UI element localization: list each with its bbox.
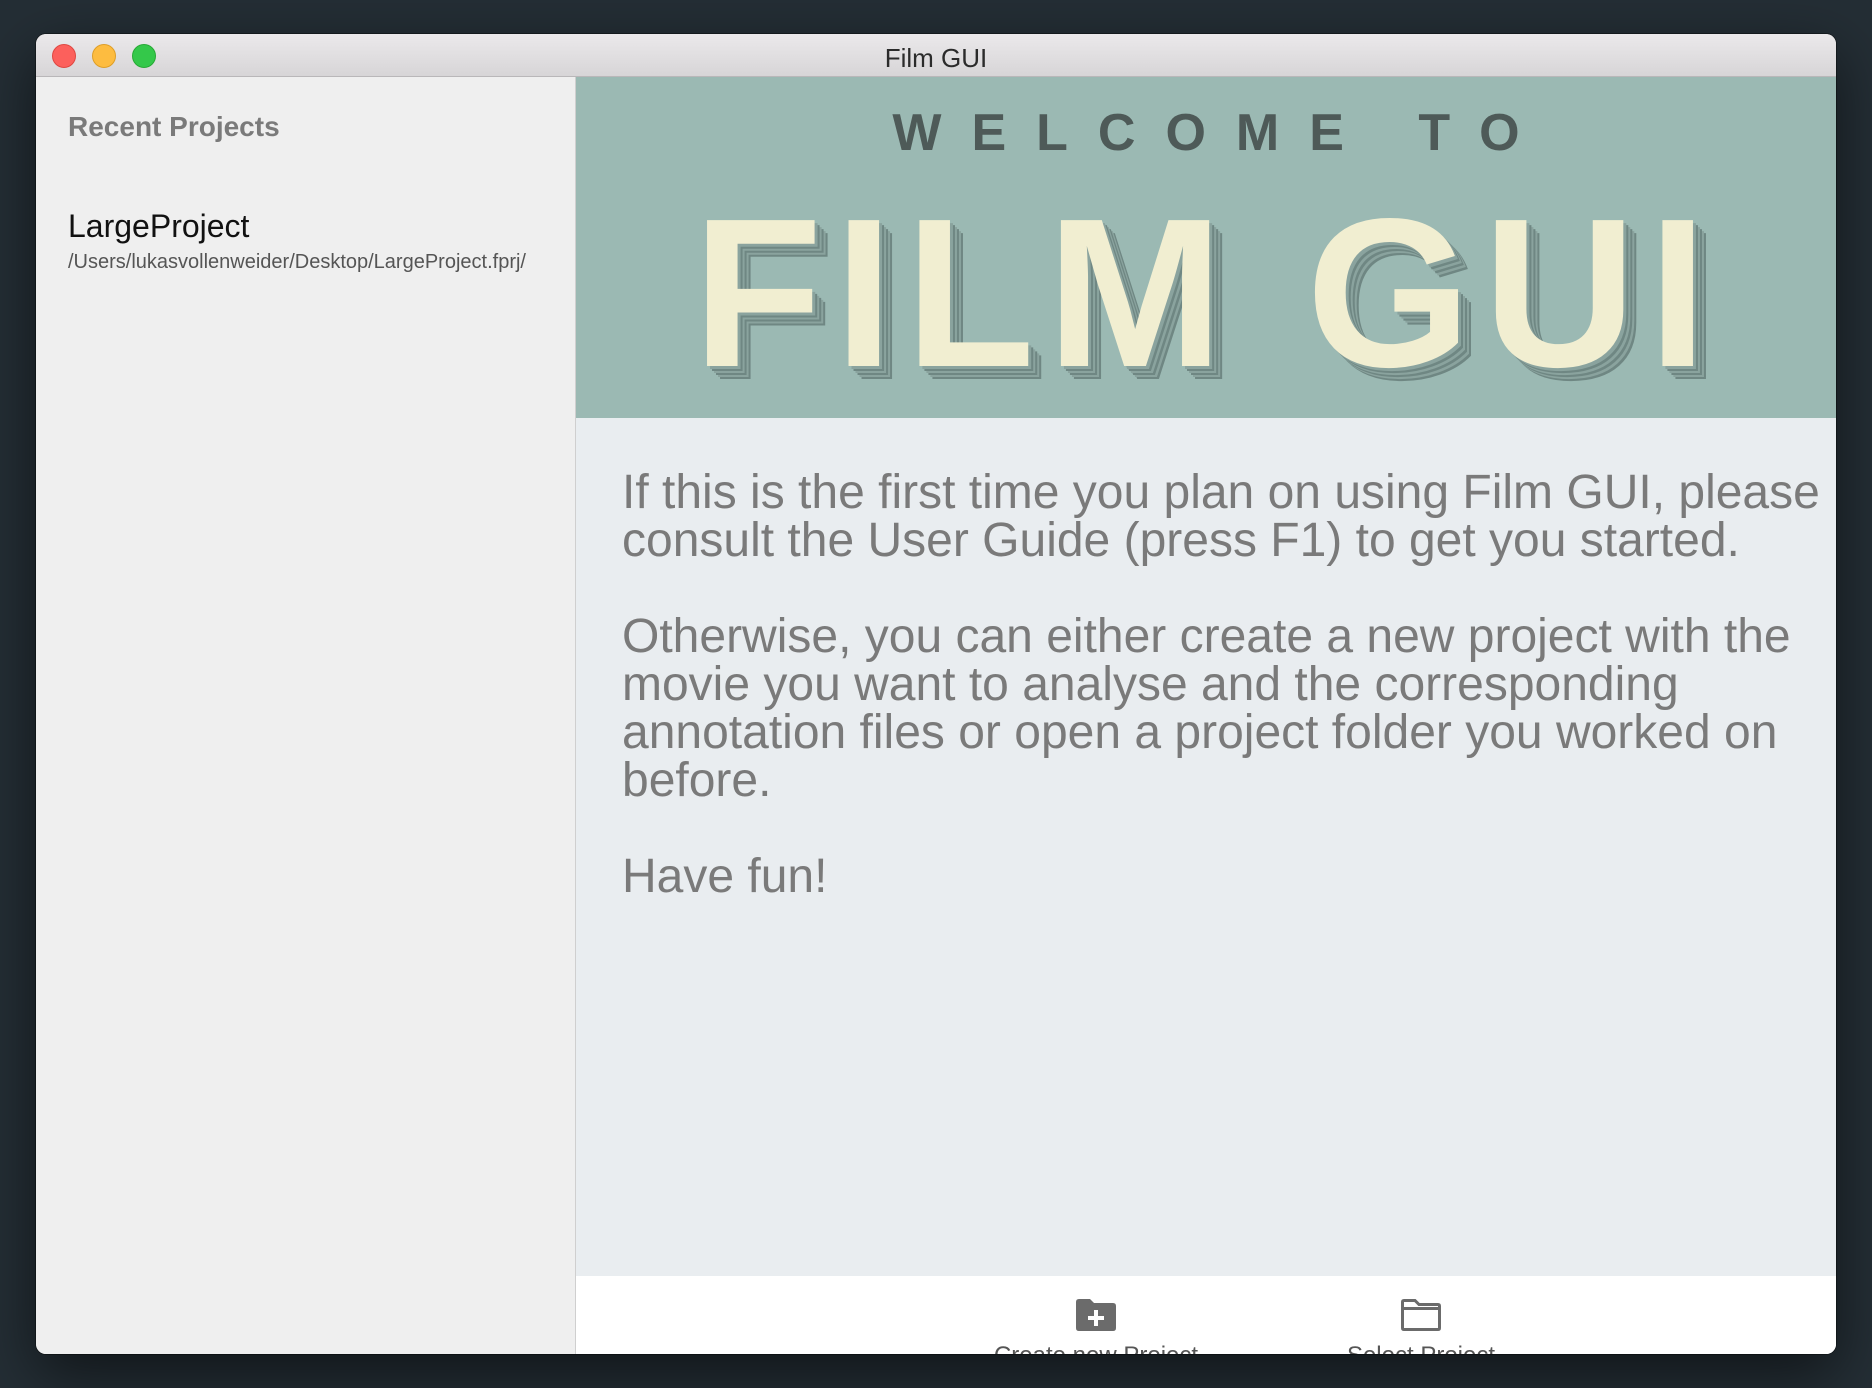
folder-icon — [1401, 1299, 1441, 1331]
select-project-button[interactable]: Select Project — [1311, 1298, 1531, 1354]
intro-paragraph-otherwise: Otherwise, you can either create a new p… — [622, 610, 1791, 807]
window-title: Film GUI — [884, 43, 988, 73]
recent-project-name: LargeProject — [68, 208, 250, 244]
action-bar: Create new Project Select Project — [576, 1276, 1836, 1354]
welcome-panel: WELCOME TO FILM GUI If this is the first… — [576, 77, 1836, 1354]
create-new-project-button[interactable]: Create new Project — [971, 1298, 1221, 1354]
title-bar[interactable]: Film GUI — [36, 34, 1836, 77]
app-title-logo: FILM GUI — [692, 174, 1720, 411]
app-window: Film GUI Recent Projects LargeProject /U… — [36, 34, 1836, 1354]
recent-project-item[interactable]: LargeProject /Users/lukasvollenweider/De… — [68, 207, 568, 274]
folder-plus-icon — [1076, 1299, 1116, 1331]
intro-paragraph-have-fun: Have fun! — [622, 850, 828, 903]
select-project-label: Select Project — [1311, 1342, 1531, 1354]
intro-text: If this is the first time you plan on us… — [622, 469, 1832, 949]
sidebar-title: Recent Projects — [68, 111, 280, 142]
recent-project-path: /Users/lukasvollenweider/Desktop/LargePr… — [68, 251, 526, 273]
welcome-banner: WELCOME TO FILM GUI — [576, 77, 1836, 418]
recent-projects-sidebar: Recent Projects LargeProject /Users/luka… — [36, 77, 576, 1354]
welcome-heading: WELCOME TO — [892, 104, 1550, 162]
create-new-project-label: Create new Project — [971, 1342, 1221, 1354]
intro-paragraph-first-time: If this is the first time you plan on us… — [622, 466, 1820, 567]
